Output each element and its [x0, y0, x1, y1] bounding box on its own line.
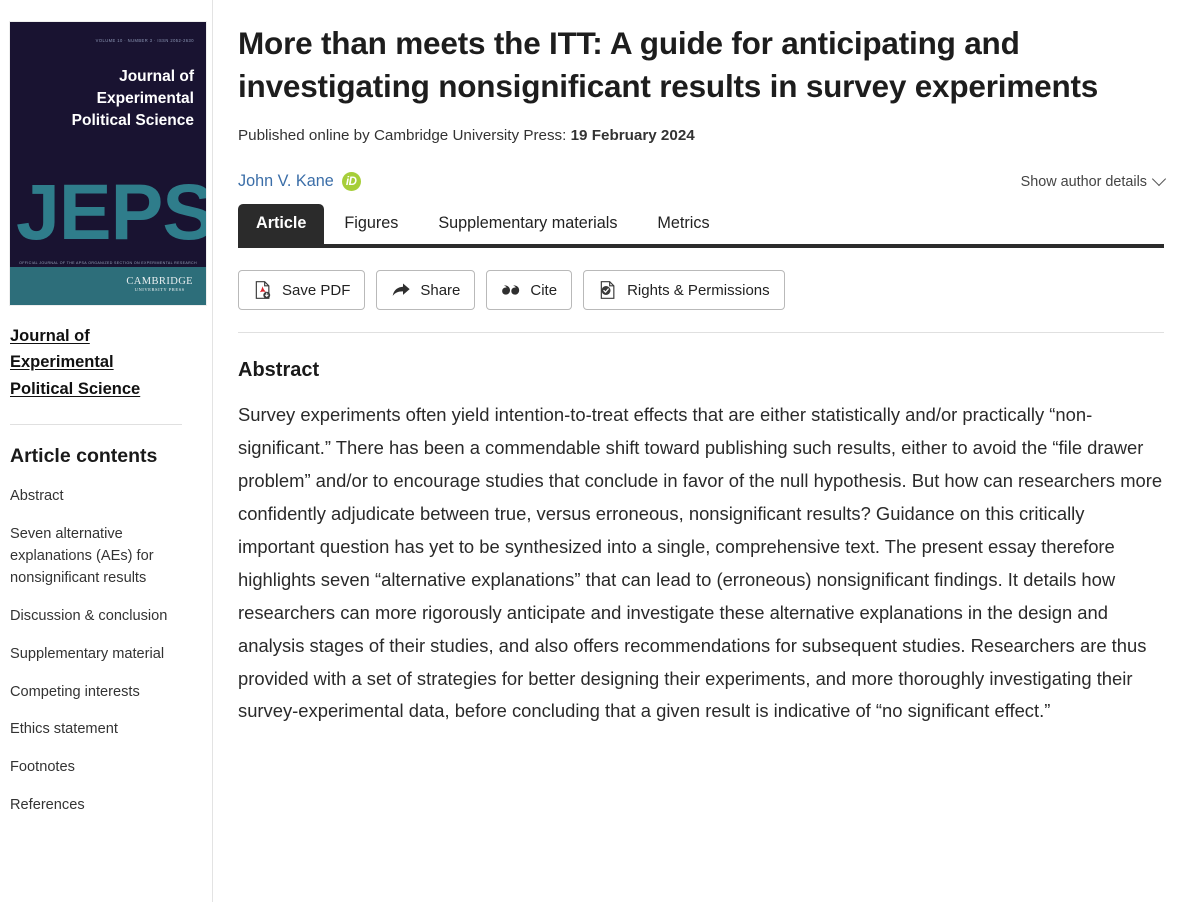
tab-article[interactable]: Article — [238, 204, 325, 245]
save-pdf-label: Save PDF — [282, 281, 351, 299]
cite-button[interactable]: Cite — [486, 270, 573, 311]
tab-supplementary-materials[interactable]: Supplementary materials — [418, 204, 637, 244]
toc-item-seven-alternative-explanations[interactable]: Seven alternative explanations (AEs) for… — [10, 524, 185, 590]
author-block: John V. Kane iD — [238, 172, 361, 192]
page-title: More than meets the ITT: A guide for ant… — [238, 25, 1099, 104]
quote-marks-icon — [502, 285, 520, 295]
toc-item-supplementary-material[interactable]: Supplementary material — [10, 644, 185, 666]
cover-acronym: JEPS — [16, 167, 206, 256]
cover-title-line-1: Journal of — [119, 68, 194, 85]
toc-item-abstract[interactable]: Abstract — [10, 486, 185, 508]
rights-permissions-button[interactable]: Rights & Permissions — [583, 270, 785, 311]
tab-bar: Article Figures Supplementary materials … — [238, 204, 1164, 249]
cover-title-line-3: Political Science — [71, 112, 194, 129]
cover-volume-line: VOLUME 10 · NUMBER 3 · ISSN 2052-2630 — [95, 38, 194, 43]
cite-label: Cite — [530, 281, 558, 299]
chevron-down-icon — [1151, 171, 1167, 187]
article-page: VOLUME 10 · NUMBER 3 · ISSN 2052-2630 Jo… — [0, 0, 1200, 902]
sidebar-divider — [10, 424, 182, 426]
journal-home-link[interactable]: Journal of Experimental Political Scienc… — [10, 323, 180, 402]
cover-publisher-band: CAMBRIDGE UNIVERSITY PRESS — [10, 267, 206, 305]
author-row: John V. Kane iD Show author details — [238, 171, 1167, 204]
author-link[interactable]: John V. Kane — [238, 172, 334, 191]
share-arrow-icon — [393, 283, 411, 296]
show-author-details-label: Show author details — [1020, 173, 1147, 190]
abstract-heading: Abstract — [238, 359, 320, 382]
pdf-download-icon — [255, 281, 271, 299]
publication-line: Published online by Cambridge University… — [238, 127, 1164, 144]
rights-permissions-label: Rights & Permissions — [627, 281, 770, 299]
toc-item-discussion-conclusion[interactable]: Discussion & conclusion — [10, 606, 185, 628]
tab-figures[interactable]: Figures — [324, 204, 418, 244]
cover-strapline: OFFICIAL JOURNAL OF THE APSA ORGANIZED S… — [19, 261, 197, 265]
cambridge-university-press-logo: CAMBRIDGE UNIVERSITY PRESS — [126, 276, 193, 292]
cover-title-line-2: Experimental — [96, 90, 194, 107]
document-check-icon — [600, 281, 615, 299]
cup-logo-line-1: CAMBRIDGE — [126, 276, 193, 287]
sidebar: VOLUME 10 · NUMBER 3 · ISSN 2052-2630 Jo… — [0, 0, 213, 902]
save-pdf-button[interactable]: Save PDF — [238, 270, 366, 311]
abstract-text: Survey experiments often yield intention… — [238, 404, 1163, 722]
toc-item-footnotes[interactable]: Footnotes — [10, 757, 185, 779]
article-contents-heading: Article contents — [10, 445, 158, 468]
published-label: Published online by Cambridge University… — [238, 127, 567, 145]
toc-item-references[interactable]: References — [10, 795, 185, 817]
toc-item-ethics-statement[interactable]: Ethics statement — [10, 719, 185, 741]
main-content: More than meets the ITT: A guide for ant… — [213, 0, 1200, 902]
published-date: 19 February 2024 — [570, 127, 695, 145]
journal-cover-image[interactable]: VOLUME 10 · NUMBER 3 · ISSN 2052-2630 Jo… — [10, 22, 206, 305]
cup-logo-line-2: UNIVERSITY PRESS — [134, 287, 185, 292]
orcid-icon[interactable]: iD — [341, 172, 361, 192]
toc-item-competing-interests[interactable]: Competing interests — [10, 682, 185, 704]
share-label: Share — [420, 281, 461, 299]
cover-journal-title: Journal of Experimental Political Scienc… — [46, 66, 194, 132]
tab-metrics[interactable]: Metrics — [637, 204, 729, 244]
action-button-row: Save PDF Share Cite Rights & Permissions — [238, 270, 1164, 334]
share-button[interactable]: Share — [376, 270, 476, 311]
show-author-details-toggle[interactable]: Show author details — [1020, 171, 1167, 190]
